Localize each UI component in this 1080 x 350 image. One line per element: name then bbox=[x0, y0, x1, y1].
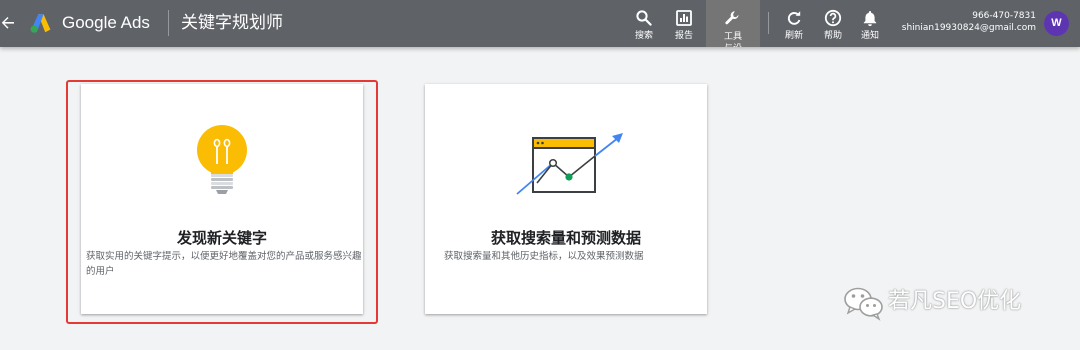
watermark-text: 若凡SEO优化 bbox=[888, 289, 1022, 314]
google-ads-logo[interactable] bbox=[29, 11, 53, 35]
card-title: 获取搜索量和预测数据 bbox=[490, 229, 641, 247]
nav-refresh-label: 刷新 bbox=[784, 31, 803, 41]
search-icon bbox=[636, 10, 652, 26]
nav-help-button[interactable]: 帮助 bbox=[819, 0, 847, 47]
nav-refresh-button[interactable]: 刷新 bbox=[780, 0, 808, 47]
nav-divider bbox=[768, 12, 769, 34]
brand-name[interactable]: Google Ads bbox=[62, 11, 150, 35]
nav-help-label: 帮助 bbox=[823, 31, 842, 41]
nav-notifications-button[interactable]: 通知 bbox=[856, 0, 884, 47]
card-description: 获取搜索量和其他历史指标，以及效果预测数据 bbox=[444, 251, 644, 262]
reports-icon bbox=[676, 10, 692, 26]
discover-keywords-card[interactable]: 发现新关键字 获取实用的关键字提示，以便更好地覆盖对您的产品或服务感兴趣的用户 bbox=[81, 84, 363, 314]
top-app-bar: Google Ads 关键字规划师 搜索 报告 工具与设置 刷新 bbox=[0, 0, 1080, 47]
account-phone: 966-470-7831 bbox=[972, 11, 1036, 21]
refresh-icon bbox=[787, 11, 801, 25]
header-divider bbox=[168, 10, 169, 36]
avatar[interactable]: W bbox=[1044, 11, 1069, 36]
nav-reports-button[interactable]: 报告 bbox=[670, 0, 698, 47]
forecast-chart-icon bbox=[516, 133, 623, 195]
nav-search-button[interactable]: 搜索 bbox=[630, 0, 658, 47]
nav-tools-settings-label: 工具与设置 bbox=[723, 32, 742, 47]
account-email: shinian19930824@gmail.com bbox=[901, 23, 1036, 33]
search-volume-forecast-card[interactable]: 获取搜索量和预测数据 获取搜索量和其他历史指标，以及效果预测数据 bbox=[425, 84, 707, 314]
help-icon bbox=[824, 9, 842, 27]
nav-tools-settings-button[interactable]: 工具与设置 bbox=[706, 0, 760, 47]
lightbulb-icon bbox=[197, 125, 247, 194]
nav-notifications-label: 通知 bbox=[860, 31, 879, 41]
bell-icon bbox=[863, 11, 877, 26]
card-description: 获取实用的关键字提示，以便更好地覆盖对您的产品或服务感兴趣的用户 bbox=[86, 251, 362, 277]
nav-reports-label: 报告 bbox=[674, 31, 693, 41]
card-title: 发现新关键字 bbox=[176, 229, 267, 247]
back-arrow-icon[interactable] bbox=[0, 12, 18, 34]
watermark: 若凡SEO优化 bbox=[842, 283, 1062, 323]
wechat-icon bbox=[844, 287, 883, 321]
account-info[interactable]: 966-470-7831 shinian19930824@gmail.com bbox=[902, 10, 1036, 34]
nav-search-label: 搜索 bbox=[634, 31, 653, 41]
wrench-icon bbox=[725, 11, 739, 25]
page-title: 关键字规划师 bbox=[181, 13, 283, 33]
